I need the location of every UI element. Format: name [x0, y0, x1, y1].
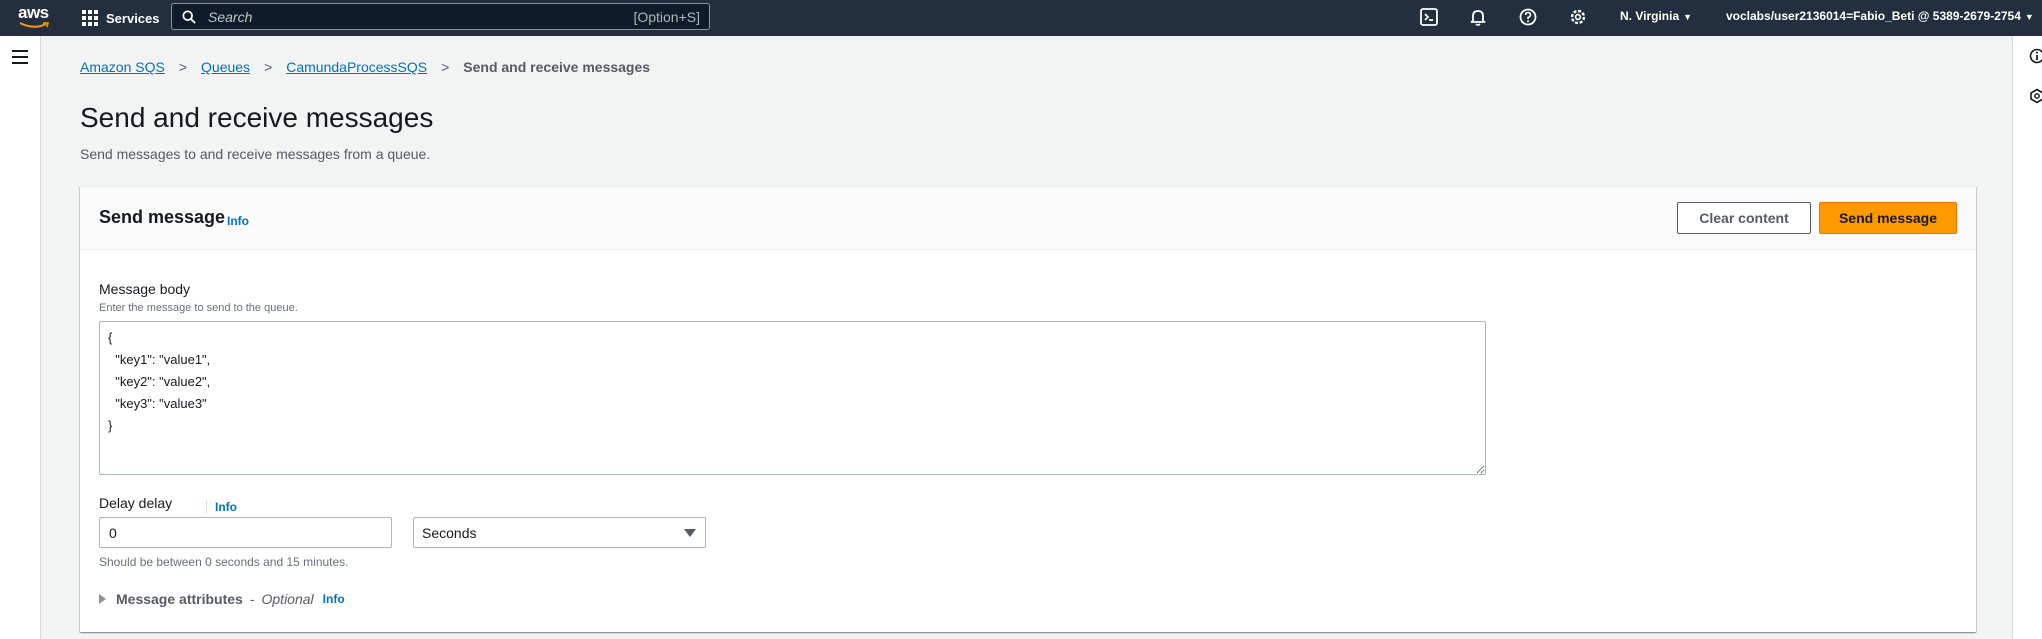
breadcrumb-link-queue[interactable]: CamundaProcessSQS — [286, 59, 427, 75]
message-attributes-title: Message attributes — [116, 591, 243, 607]
hexagon-settings-icon[interactable] — [2029, 88, 2042, 104]
region-label: N. Virginia — [1620, 9, 1680, 23]
aws-smile-icon — [19, 22, 50, 28]
account-label: voclabs/user2136014=Fabio_Beti @ 5389-26… — [1726, 9, 2021, 23]
chevron-right-icon: > — [264, 59, 273, 75]
caret-right-icon — [99, 594, 106, 604]
top-navigation: aws Services [Option+S] — [0, 0, 2042, 36]
grid-icon — [82, 10, 98, 26]
gear-icon[interactable] — [1569, 8, 1587, 26]
search-icon — [182, 9, 196, 24]
message-attributes-dash: - — [249, 591, 255, 607]
breadcrumb: Amazon SQS > Queues > CamundaProcessSQS … — [80, 59, 650, 75]
breadcrumb-current: Send and receive messages — [463, 59, 651, 75]
account-menu[interactable]: voclabs/user2136014=Fabio_Beti @ 5389-26… — [1726, 9, 2034, 23]
chevron-right-icon: > — [178, 59, 188, 75]
left-side-rail — [0, 36, 41, 639]
page-title: Send and receive messages — [80, 102, 434, 133]
search-input[interactable] — [196, 8, 634, 25]
services-menu-button[interactable]: Services — [82, 6, 160, 30]
help-icon[interactable] — [1519, 8, 1537, 26]
right-side-rail — [2012, 36, 2042, 639]
aws-logo[interactable]: aws — [18, 4, 52, 30]
page-description: Send messages to and receive messages fr… — [80, 146, 431, 162]
caret-down-icon: ▼ — [1683, 12, 1693, 22]
delivery-delay-label: Delay delay — [99, 495, 173, 511]
message-body-hint: Enter the message to send to the queue. — [99, 302, 298, 314]
clear-content-button[interactable]: Clear content — [1677, 202, 1811, 234]
message-body-textarea[interactable]: { "key1": "value1", "key2": "value2", "k… — [99, 321, 1486, 475]
info-panel-icon[interactable] — [2029, 48, 2042, 64]
bell-icon[interactable] — [1469, 8, 1487, 26]
delivery-delay-input[interactable] — [99, 517, 392, 548]
delay-unit-select[interactable]: Seconds — [413, 517, 706, 548]
caret-down-icon: ▼ — [2024, 12, 2034, 22]
message-attributes-info-link[interactable]: Info — [323, 592, 345, 606]
chevron-right-icon: > — [441, 59, 450, 75]
delivery-delay-hint: Should be between 0 seconds and 15 minut… — [99, 555, 349, 569]
breadcrumb-link-amazon-sqs[interactable]: Amazon SQS — [80, 59, 165, 75]
menu-icon[interactable] — [12, 50, 28, 64]
breadcrumb-link-queues[interactable]: Queues — [201, 59, 250, 75]
send-message-panel: Send message Info Clear content Send mes… — [80, 186, 1976, 632]
region-selector[interactable]: N. Virginia ▼ — [1620, 9, 1692, 23]
cloudshell-icon[interactable] — [1420, 8, 1438, 26]
delay-unit-value: Seconds — [422, 524, 477, 541]
message-attributes-expander[interactable]: Message attributes - Optional Info — [99, 591, 345, 607]
send-message-info-link[interactable]: Info — [227, 214, 249, 228]
search-shortcut-hint: [Option+S] — [633, 8, 700, 25]
caret-down-icon — [684, 529, 696, 537]
global-search: [Option+S] — [171, 3, 710, 30]
aws-logo-text: aws — [18, 3, 49, 22]
message-body-label: Message body — [99, 281, 191, 297]
delivery-delay-info-link[interactable]: Info — [215, 500, 237, 514]
message-attributes-optional: Optional — [261, 591, 314, 607]
send-message-button[interactable]: Send message — [1819, 202, 1957, 234]
send-message-title: Send message — [99, 207, 226, 227]
send-message-header: Send message Info Clear content Send mes… — [80, 187, 1976, 250]
services-label: Services — [106, 10, 160, 26]
delivery-delay-info: Info — [206, 498, 237, 516]
